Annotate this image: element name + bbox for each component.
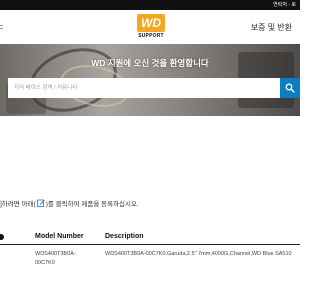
- instruction-text-before: ]하려면 아래(: [0, 201, 36, 208]
- nav-menu-stub[interactable]: ㄷ: [0, 22, 4, 33]
- table-row: WDS400T3B0A-00C7K0 WDS400T3B0A-00C7K0,Ga…: [0, 250, 300, 280]
- wd-logo-mark: WD: [137, 14, 165, 32]
- top-utility-bar: 연락처 - 로: [0, 0, 300, 10]
- search-bar: [8, 78, 300, 98]
- contact-link[interactable]: 연락처 - 로: [273, 0, 296, 10]
- instruction-text-after: )를 클릭하여 제품을 등록하십시오.: [45, 201, 139, 208]
- logo-support-text: SUPPORT: [138, 33, 164, 39]
- site-header: ㄷ WD SUPPORT 보증 및 반환: [0, 10, 300, 44]
- search-input[interactable]: [8, 78, 280, 98]
- search-icon: [285, 83, 295, 93]
- edit-icon[interactable]: [36, 199, 45, 209]
- hero-title: WD 지원에 오신 것을 환영합니다: [91, 58, 209, 68]
- model-number-cell: WDS400T3B0A-00C7K0: [35, 251, 76, 266]
- description-cell: WDS400T3B0A-00C7K0,Garuda,2.5" 7mm,4000G…: [105, 251, 292, 257]
- wd-support-logo[interactable]: WD SUPPORT: [137, 14, 165, 40]
- register-instruction: ]하려면 아래( )를 클릭하여 제품을 등록하십시오.: [0, 198, 139, 209]
- search-button[interactable]: [280, 78, 300, 98]
- model-number-header: Model Number: [35, 233, 84, 240]
- select-column-icon: [0, 234, 4, 240]
- warranty-returns-link[interactable]: 보증 및 반환: [251, 22, 292, 33]
- table-divider: [0, 244, 300, 245]
- description-header: Description: [105, 233, 144, 240]
